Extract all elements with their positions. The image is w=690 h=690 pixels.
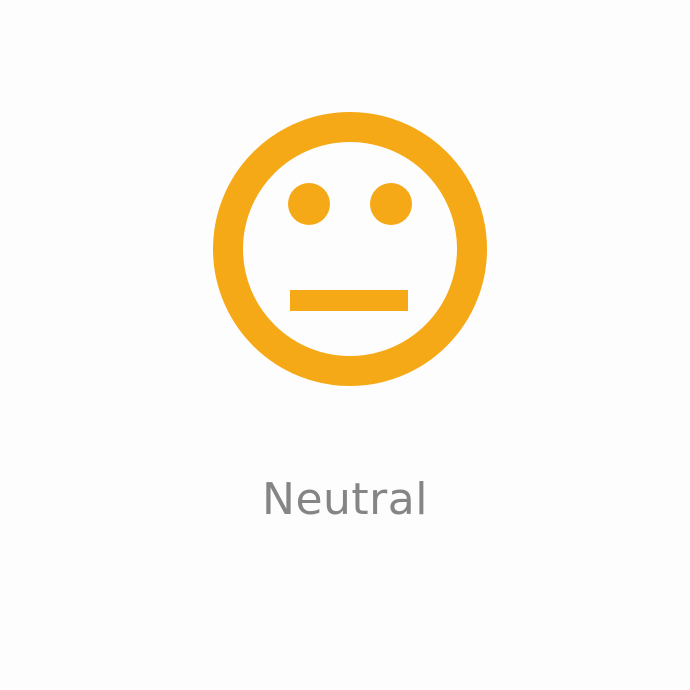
neutral-face-icon xyxy=(211,110,489,388)
mood-label: Neutral xyxy=(262,474,428,525)
face-outline xyxy=(213,112,487,386)
mood-option-card[interactable]: Neutral xyxy=(0,0,690,690)
mouth-line xyxy=(290,290,408,311)
right-eye xyxy=(370,183,412,225)
left-eye xyxy=(288,183,330,225)
